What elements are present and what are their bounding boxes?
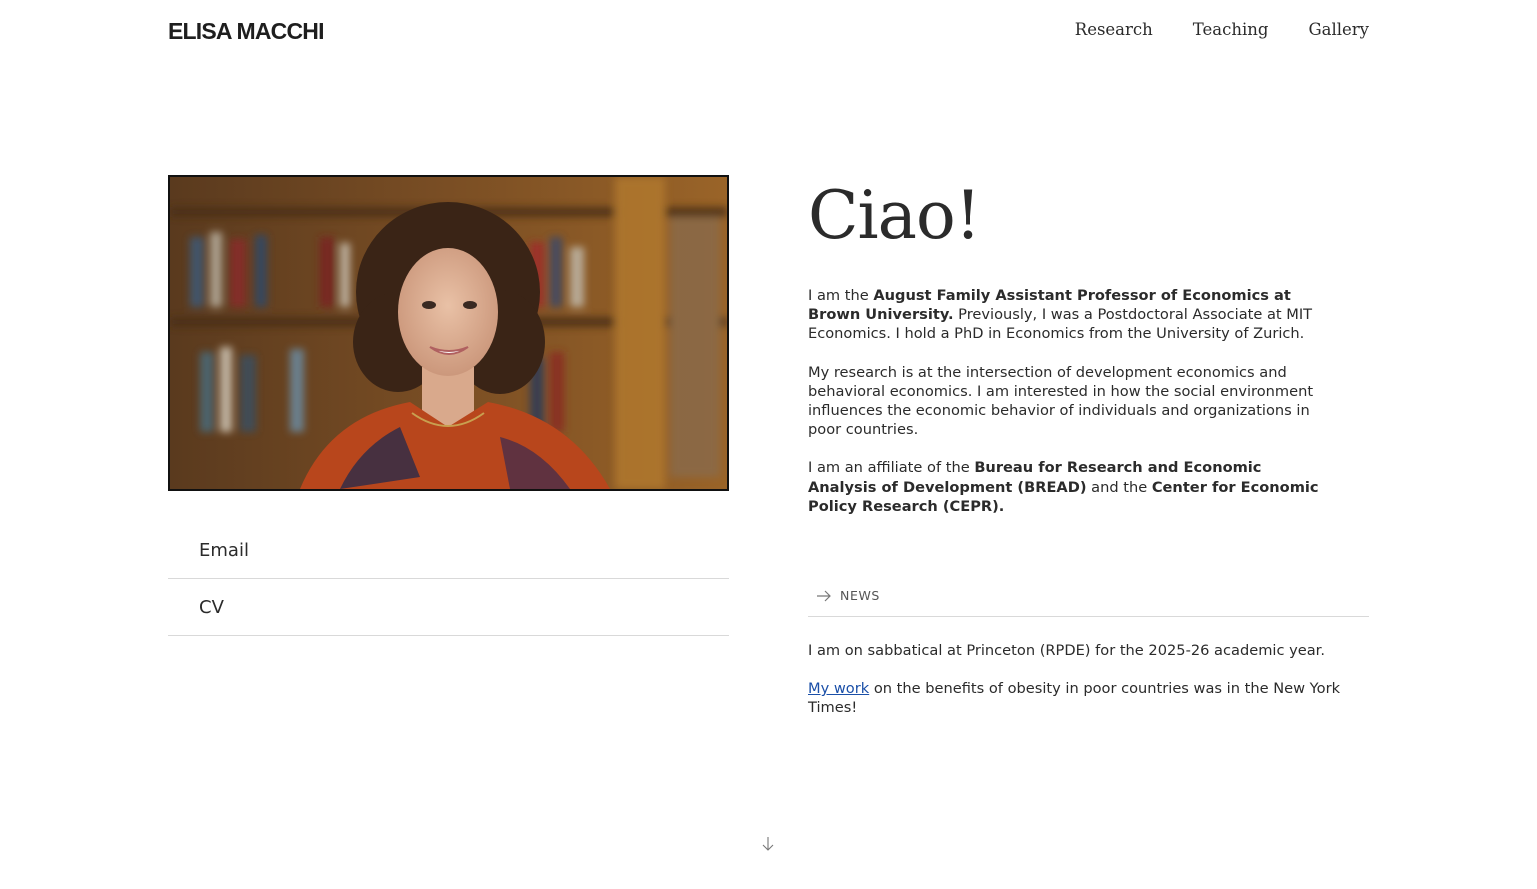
arrow-down-icon[interactable] bbox=[761, 836, 775, 852]
arrow-right-icon bbox=[817, 590, 831, 602]
cv-link[interactable]: CV bbox=[168, 579, 729, 636]
nav-research[interactable]: Research bbox=[1075, 17, 1153, 43]
news-list: I am on sabbatical at Princeton (RPDE) f… bbox=[808, 641, 1369, 737]
email-link[interactable]: Email bbox=[168, 522, 729, 579]
nav-gallery[interactable]: Gallery bbox=[1308, 17, 1369, 43]
news-item: My work on the benefits of obesity in po… bbox=[808, 680, 1341, 717]
bio-paragraph-3: I am an affiliate of the Bureau for Rese… bbox=[808, 459, 1319, 515]
greeting-heading: Ciao! bbox=[808, 177, 981, 254]
bio-paragraph-1: I am the August Family Assistant Profess… bbox=[808, 287, 1313, 343]
contact-links: Email CV bbox=[168, 522, 729, 636]
site-title[interactable]: ELISA MACCHI bbox=[168, 16, 324, 46]
news-header: NEWS bbox=[808, 584, 1369, 617]
news-item: I am on sabbatical at Princeton (RPDE) f… bbox=[808, 642, 1325, 659]
bio: I am the August Family Assistant Profess… bbox=[808, 286, 1328, 535]
bio-paragraph-2: My research is at the intersection of de… bbox=[808, 363, 1314, 439]
portrait-photo bbox=[168, 175, 729, 491]
my-work-link[interactable]: My work bbox=[808, 680, 869, 697]
news-label: NEWS bbox=[840, 588, 880, 603]
nav-teaching[interactable]: Teaching bbox=[1193, 17, 1269, 43]
main-nav: Research Teaching Gallery bbox=[1075, 17, 1369, 43]
